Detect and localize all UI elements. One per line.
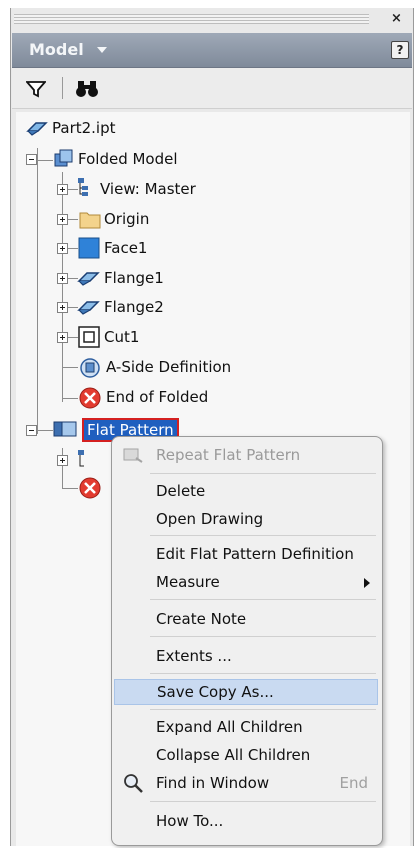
menu-separator	[150, 599, 376, 600]
expand-toggle[interactable]	[57, 214, 68, 225]
expand-toggle[interactable]	[57, 243, 68, 254]
browser-toolbar	[12, 68, 412, 109]
tree-connector	[37, 430, 53, 431]
collapse-toggle[interactable]	[26, 154, 37, 165]
binoculars-icon[interactable]	[74, 79, 100, 99]
part-icon	[26, 122, 48, 136]
tree-connector	[68, 219, 78, 220]
tree-node-label: Flange2	[104, 298, 164, 316]
tree-node-label: A-Side Definition	[106, 358, 232, 376]
menu-separator	[150, 673, 376, 674]
folder-icon	[79, 212, 101, 229]
tree-connector	[68, 248, 78, 249]
menu-item-delete[interactable]: Delete	[112, 479, 380, 503]
tree-node-label: End of Folded	[106, 388, 209, 406]
menu-separator	[150, 473, 376, 474]
aside-icon	[80, 358, 100, 378]
tree-connector	[62, 488, 78, 489]
help-button[interactable]: ?	[391, 41, 409, 59]
expand-toggle[interactable]	[57, 455, 68, 466]
menu-item-create-note[interactable]: Create Note	[112, 607, 380, 631]
menu-separator	[150, 801, 376, 802]
chevron-right-icon	[364, 578, 370, 588]
tree-connector	[68, 337, 78, 338]
expand-toggle[interactable]	[57, 332, 68, 343]
menu-separator	[150, 636, 376, 637]
tree-connector	[62, 448, 63, 488]
tree-node-label: Flange1	[104, 269, 164, 287]
menu-item-repeat-flat-pattern: Repeat Flat Pattern	[156, 446, 301, 464]
face-icon	[78, 237, 100, 259]
menu-separator	[150, 709, 376, 710]
chevron-down-icon[interactable]	[97, 47, 107, 53]
end-of-part-icon	[79, 477, 101, 499]
tree-connector	[62, 398, 78, 399]
tree-node-label: Origin	[104, 210, 150, 228]
tree-connector	[37, 148, 38, 434]
end-of-part-icon	[79, 387, 101, 409]
menu-item-measure[interactable]: Measure	[112, 570, 380, 594]
panel-title[interactable]: Model	[29, 40, 84, 59]
close-icon[interactable]: ×	[391, 11, 402, 26]
flange-icon	[77, 301, 100, 315]
menu-item-save-copy-as[interactable]: Save Copy As...	[114, 679, 378, 705]
expand-toggle[interactable]	[57, 184, 68, 195]
flange-icon	[77, 272, 100, 286]
flat-pattern-icon	[53, 421, 77, 437]
menu-item-how-to[interactable]: How To...	[112, 809, 380, 833]
menu-item-expand-all-children[interactable]: Expand All Children	[112, 715, 380, 739]
panel-titlebar: Model ?	[12, 33, 412, 68]
menu-item-extents[interactable]: Extents ...	[112, 644, 380, 668]
shortcut-label: End	[339, 774, 368, 792]
filter-icon[interactable]	[26, 80, 46, 98]
panel-grip[interactable]	[14, 14, 369, 24]
tree-node-label: Cut1	[104, 328, 140, 346]
expand-toggle[interactable]	[57, 273, 68, 284]
tree-connector	[62, 367, 78, 368]
menu-separator	[150, 535, 376, 536]
view-icon	[78, 178, 88, 196]
expand-toggle[interactable]	[57, 302, 68, 313]
cut-icon	[78, 326, 100, 348]
menu-item-open-drawing[interactable]: Open Drawing	[112, 507, 380, 531]
tree-node-label: View: Master	[100, 180, 196, 198]
view-icon	[78, 450, 84, 467]
menu-item-find-in-window[interactable]: Find in Window End	[112, 771, 380, 795]
tree-connector	[37, 160, 53, 161]
context-menu: Repeat Flat Pattern Delete Open Drawing …	[111, 436, 383, 846]
tree-node-label: Face1	[104, 239, 148, 257]
collapse-toggle[interactable]	[26, 425, 37, 436]
tree-node-root[interactable]: Part2.ipt	[52, 118, 116, 138]
menu-item-edit-flat-pattern-definition[interactable]: Edit Flat Pattern Definition	[112, 542, 380, 566]
folded-model-icon	[54, 149, 73, 167]
menu-item-collapse-all-children[interactable]: Collapse All Children	[112, 743, 380, 767]
tree-node-folded-model[interactable]: Folded Model	[78, 149, 178, 169]
toolbar-divider	[62, 77, 63, 99]
